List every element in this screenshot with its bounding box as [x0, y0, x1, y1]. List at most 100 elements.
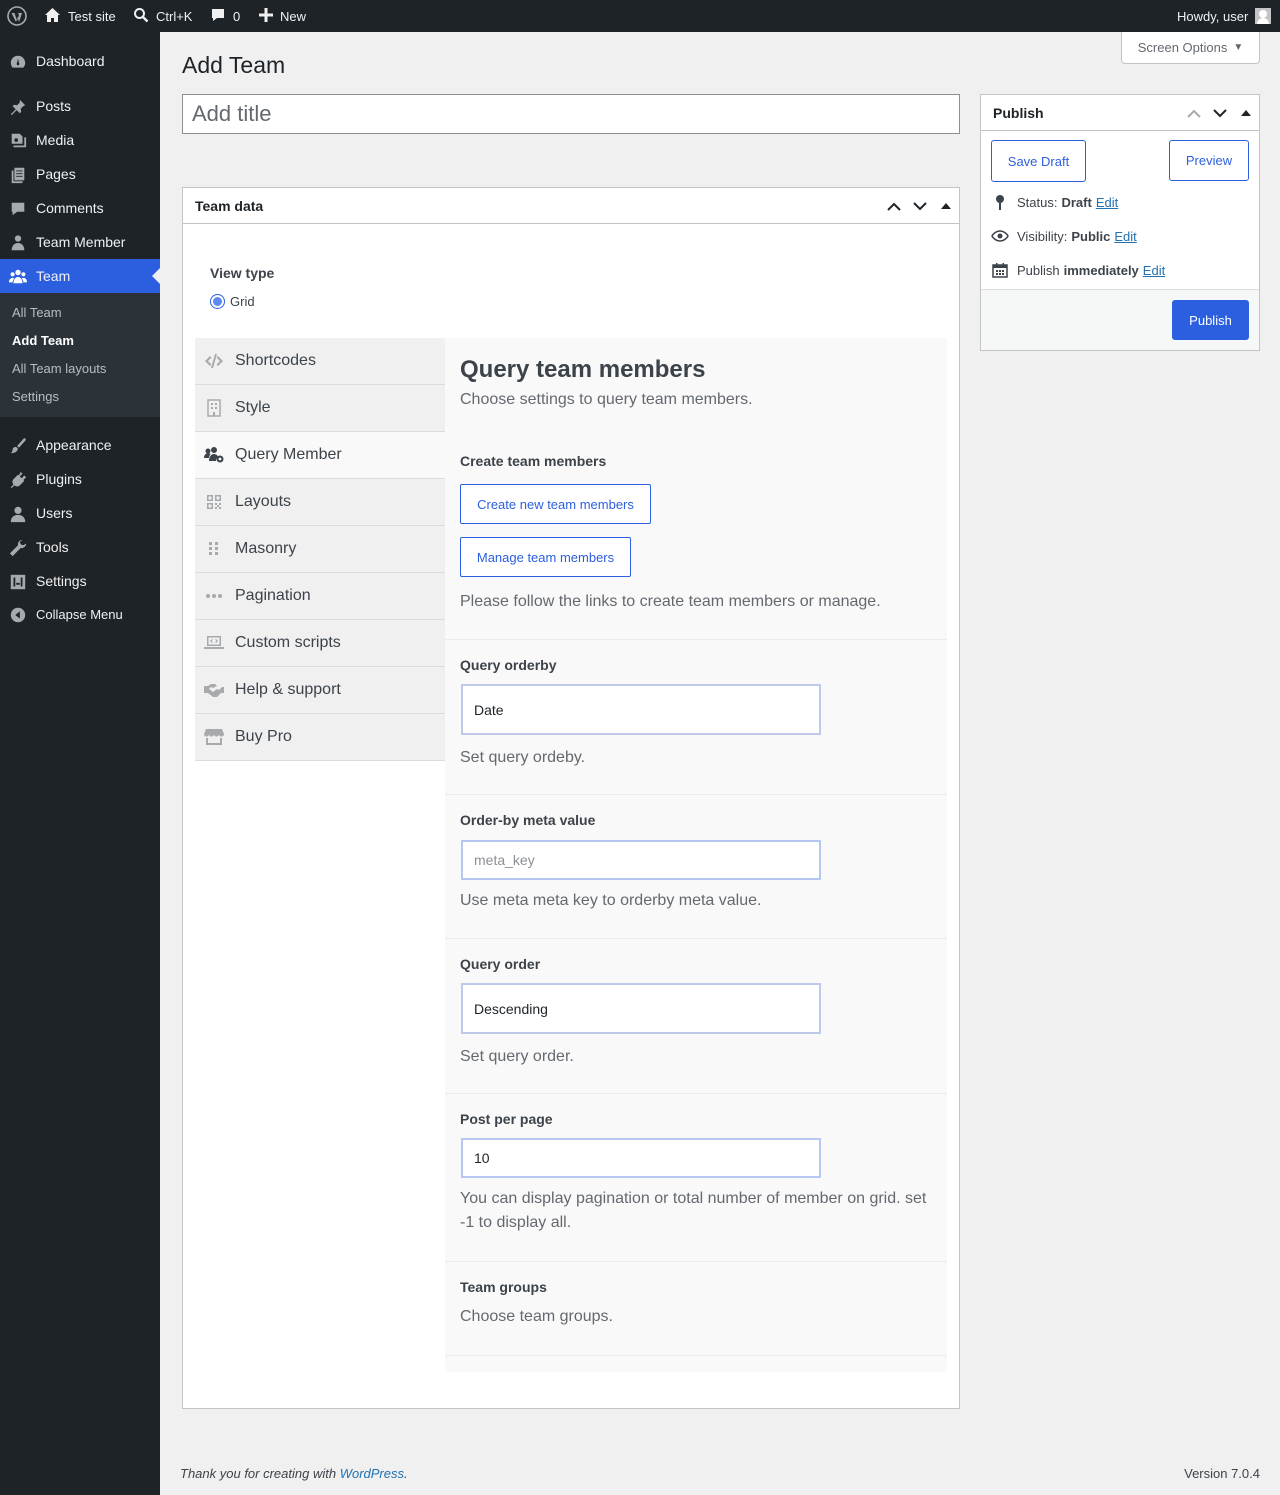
- sidebar-item-plugins[interactable]: Plugins: [0, 462, 160, 496]
- move-down-icon[interactable]: [1207, 95, 1233, 131]
- sidebar-item-label: Plugins: [36, 471, 82, 487]
- toggle-panel-icon[interactable]: [1233, 95, 1259, 131]
- visibility-value: Public: [1071, 228, 1111, 244]
- my-account-link[interactable]: Howdy, user: [1177, 0, 1272, 32]
- wrench-icon: [9, 539, 27, 557]
- sidebar-item-team-member[interactable]: Team Member: [0, 225, 160, 259]
- sidebar-item-dashboard[interactable]: Dashboard: [0, 44, 160, 78]
- wordpress-link[interactable]: WordPress: [340, 1466, 404, 1481]
- orderby-select[interactable]: Date: [461, 684, 821, 735]
- orderby-description: Set query ordeby.: [460, 749, 586, 766]
- meta-key-input[interactable]: meta_key: [461, 840, 821, 880]
- manage-team-members-button[interactable]: Manage team members: [460, 537, 631, 577]
- laptop-code-icon: [204, 633, 224, 653]
- site-name-link[interactable]: Test site: [44, 0, 116, 32]
- submenu-item-all-team[interactable]: All Team: [12, 305, 62, 320]
- status-row: Status: Draft Edit: [991, 192, 1118, 212]
- submenu-item-settings[interactable]: Settings: [12, 389, 59, 404]
- title-input[interactable]: [182, 94, 960, 134]
- edit-schedule-link[interactable]: Edit: [1143, 263, 1165, 278]
- comments-count: 0: [233, 8, 241, 24]
- tab-layouts[interactable]: Layouts: [195, 479, 445, 526]
- eye-icon: [991, 227, 1009, 245]
- create-team-members-button[interactable]: Create new team members: [460, 484, 651, 524]
- screen-options-button[interactable]: Screen Options ▼: [1121, 32, 1260, 64]
- tab-custom-scripts[interactable]: Custom scripts: [195, 620, 445, 667]
- sidebar-item-users[interactable]: Users: [0, 496, 160, 530]
- publish-actions: Publish: [981, 289, 1259, 350]
- page-title: Add Team: [182, 52, 286, 78]
- groups-section: Team groups Choose team groups.: [445, 1262, 947, 1356]
- view-type-grid-radio[interactable]: Grid: [210, 294, 255, 309]
- order-value: Descending: [474, 1000, 548, 1017]
- sidebar-item-tools[interactable]: Tools: [0, 530, 160, 564]
- meta-key-placeholder: meta_key: [474, 852, 535, 868]
- sidebar-item-label: Media: [36, 132, 75, 148]
- wordpress-logo-icon[interactable]: [7, 0, 27, 32]
- sidebar-item-label: Comments: [36, 200, 104, 216]
- ppp-input[interactable]: 10: [461, 1138, 821, 1178]
- orderby-section: Query orderby Date Set query ordeby.: [445, 640, 947, 795]
- metabox-header: Team data: [183, 188, 959, 224]
- tab-label: Custom scripts: [235, 634, 341, 651]
- tab-query-member[interactable]: Query Member: [195, 432, 445, 479]
- tab-help-support[interactable]: Help & support: [195, 667, 445, 714]
- status-label: Status:: [1017, 194, 1058, 210]
- person-icon: [9, 234, 27, 252]
- metabox-title: Team data: [195, 197, 264, 214]
- sidebar-item-appearance[interactable]: Appearance: [0, 428, 160, 462]
- tab-label: Help & support: [235, 681, 341, 698]
- sidebar-item-posts[interactable]: Posts: [0, 89, 160, 123]
- toggle-panel-icon[interactable]: [933, 188, 959, 224]
- edit-visibility-link[interactable]: Edit: [1114, 229, 1136, 244]
- tab-buy-pro[interactable]: Buy Pro: [195, 714, 445, 761]
- schedule-value: immediately: [1063, 262, 1139, 278]
- save-draft-button[interactable]: Save Draft: [991, 140, 1086, 182]
- status-value: Draft: [1061, 194, 1092, 210]
- greeting-label: Howdy, user: [1177, 8, 1249, 24]
- move-up-icon[interactable]: [881, 188, 907, 224]
- plus-icon: [259, 7, 273, 25]
- sidebar-item-label: Team Member: [36, 234, 126, 250]
- sidebar-item-pages[interactable]: Pages: [0, 157, 160, 191]
- submenu-item-add-team[interactable]: Add Team: [12, 333, 74, 348]
- panel-heading: Query team members: [460, 356, 706, 383]
- panel-subheading: Choose settings to query team members.: [460, 391, 753, 408]
- edit-status-link[interactable]: Edit: [1096, 195, 1118, 210]
- sidebar-item-team[interactable]: Team: [0, 259, 160, 293]
- tab-shortcodes[interactable]: Shortcodes: [195, 338, 445, 385]
- ellipsis-icon: [204, 586, 224, 606]
- create-section: Query team members Choose settings to qu…: [445, 338, 947, 640]
- submenu-item-all-team-layouts[interactable]: All Team layouts: [12, 361, 106, 376]
- masonry-dots-icon: [204, 539, 224, 559]
- search-shortcut[interactable]: Ctrl+K: [133, 0, 192, 32]
- preview-button[interactable]: Preview: [1169, 140, 1249, 181]
- tab-pagination[interactable]: Pagination: [195, 573, 445, 620]
- move-down-icon[interactable]: [907, 188, 933, 224]
- dashboard-icon: [9, 53, 27, 71]
- comments-link[interactable]: 0: [210, 0, 240, 32]
- tab-style[interactable]: Style: [195, 385, 445, 432]
- footer-version: Version 7.0.4: [1184, 1466, 1260, 1481]
- view-type-label: View type: [210, 265, 275, 281]
- new-content-link[interactable]: New: [259, 0, 306, 32]
- sidebar-item-comments[interactable]: Comments: [0, 191, 160, 225]
- calendar-icon: [991, 261, 1009, 279]
- tab-label: Shortcodes: [235, 352, 316, 369]
- footer-thanks-text: Thank you for creating with: [180, 1466, 337, 1481]
- footer-period: .: [404, 1466, 408, 1481]
- query-member-panel: Query team members Choose settings to qu…: [445, 338, 947, 1372]
- sidebar-item-label: Appearance: [36, 437, 112, 453]
- sidebar-item-media[interactable]: Media: [0, 123, 160, 157]
- pages-icon: [9, 166, 27, 184]
- order-select[interactable]: Descending: [461, 983, 821, 1034]
- tab-masonry[interactable]: Masonry: [195, 526, 445, 573]
- code-icon: [204, 351, 224, 371]
- footer-thanks: Thank you for creating with WordPress.: [180, 1466, 408, 1481]
- ppp-description: You can display pagination or total numb…: [460, 1190, 927, 1231]
- sidebar-item-settings[interactable]: Settings: [0, 564, 160, 598]
- move-up-icon[interactable]: [1181, 95, 1207, 131]
- publish-button[interactable]: Publish: [1172, 300, 1249, 340]
- collapse-menu-button[interactable]: Collapse Menu: [0, 597, 160, 631]
- publish-title: Publish: [993, 104, 1044, 121]
